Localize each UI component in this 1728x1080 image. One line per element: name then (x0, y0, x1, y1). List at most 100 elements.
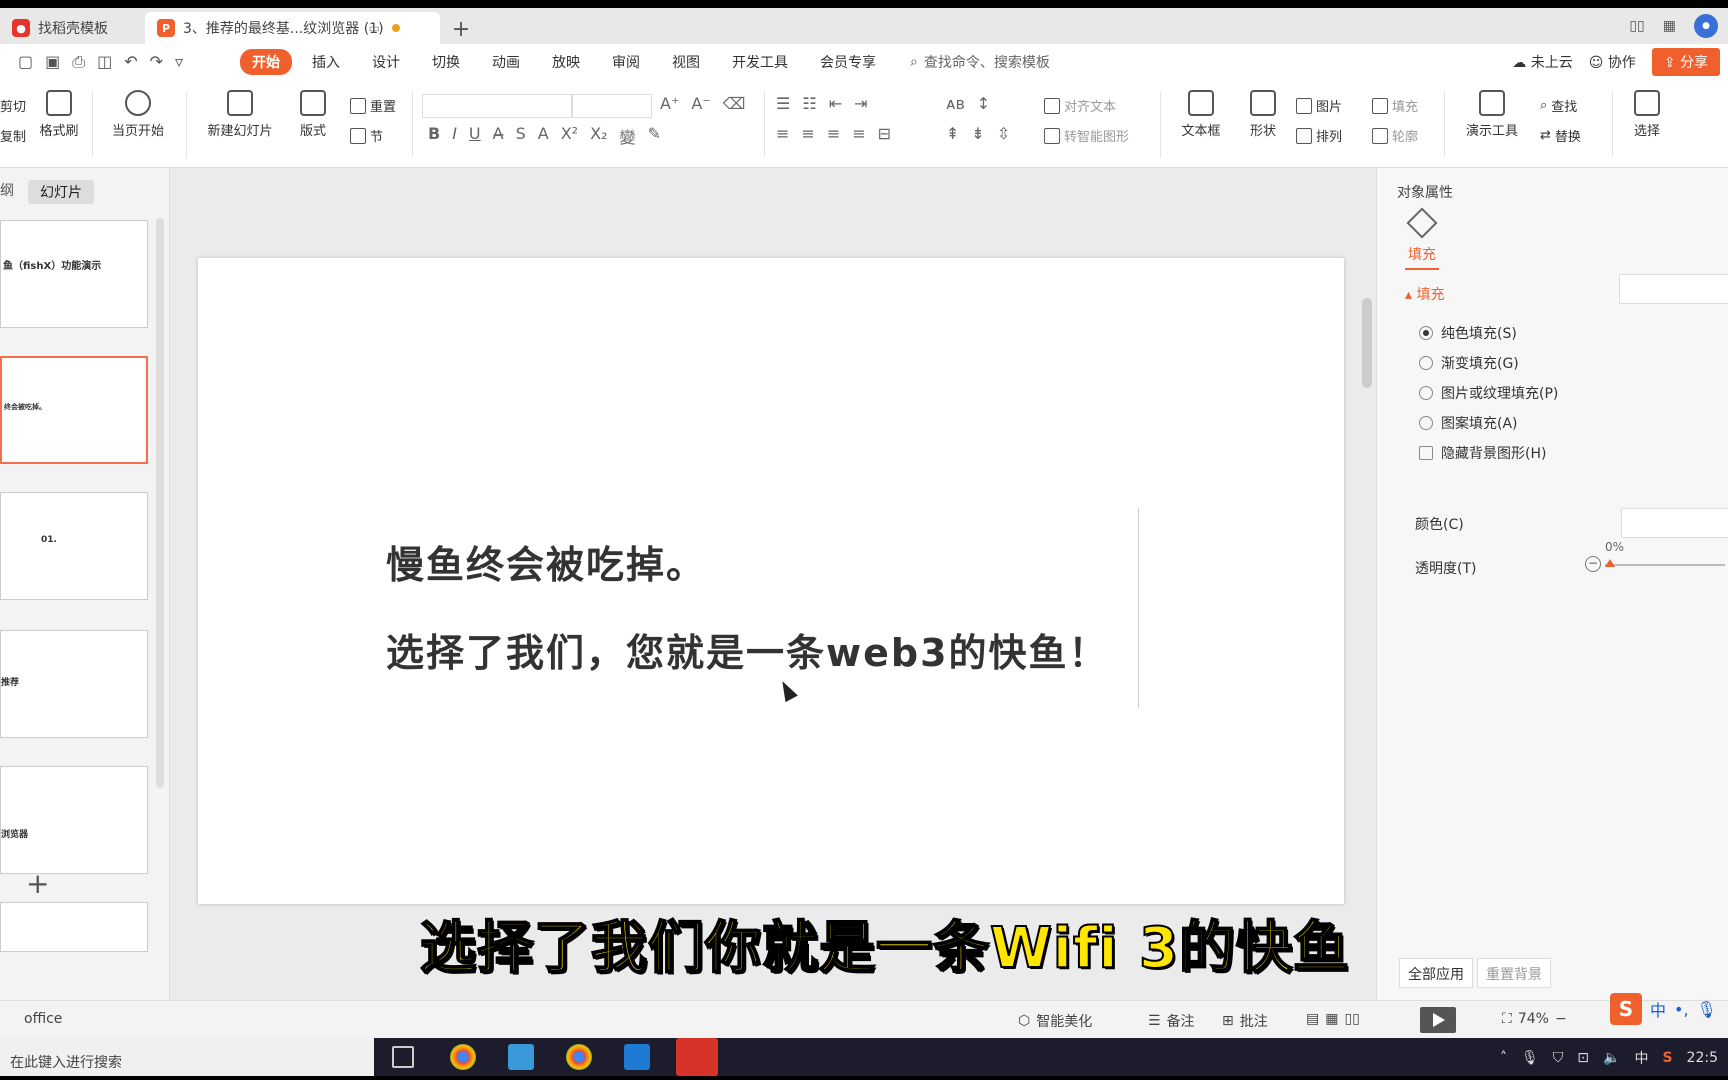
replace-button[interactable]: ⇄ 替换 (1540, 126, 1581, 145)
slide-thumbnail-2[interactable]: 终会被吃掉。 (0, 356, 148, 464)
volume-icon[interactable]: 🔈 (1603, 1050, 1620, 1066)
grid-apps-icon[interactable]: ▦ (1663, 18, 1676, 34)
menu-view[interactable]: 视图 (660, 49, 712, 75)
slide-text-line-1[interactable]: 慢鱼终会被吃掉。 (386, 534, 706, 589)
format-painter-button[interactable]: 格式刷 (36, 90, 82, 139)
zoom-control[interactable]: ⛶ 74% − (1502, 1011, 1567, 1027)
present-tool-button[interactable]: 演示工具 (1456, 90, 1528, 139)
redo-icon[interactable]: ↷ (150, 52, 163, 72)
export-icon[interactable]: ▣ (45, 52, 60, 72)
slide-thumbnail-1[interactable]: 鱼（fishX）功能演示 (0, 220, 148, 328)
align-left-icon[interactable]: ≡ (776, 124, 789, 143)
menu-slideshow[interactable]: 放映 (540, 49, 592, 75)
fill-tab[interactable]: 填充 (1405, 207, 1439, 270)
slide-thumbnail-6[interactable] (0, 902, 148, 952)
save-icon[interactable]: ▢ (18, 52, 33, 72)
font-family-select[interactable] (422, 94, 572, 118)
paragraph-spacing-icon[interactable]: ⇳ (997, 124, 1010, 143)
grow-font-icon[interactable]: A⁺ (660, 94, 679, 113)
subscript-icon[interactable]: X₂ (590, 124, 607, 148)
from-current-button[interactable]: 当页开始 (102, 90, 174, 139)
canvas-scrollbar[interactable] (1358, 168, 1376, 1000)
textbox-button[interactable]: 文本框 (1172, 90, 1230, 139)
command-search[interactable]: ⌕ 查找命令、搜索模板 (910, 52, 1050, 72)
sogou-logo-icon[interactable]: S (1610, 993, 1642, 1025)
underline-icon[interactable]: U (469, 124, 481, 148)
chevron-up-icon[interactable]: ˄ (1500, 1050, 1507, 1066)
tab-outline[interactable]: 纲 (0, 180, 14, 204)
print-icon[interactable]: ⎙ (72, 52, 85, 72)
decrease-icon[interactable]: − (1585, 556, 1601, 572)
slider-knob[interactable] (1605, 559, 1615, 567)
tab-presentation[interactable]: P 3、推荐的最终基...纹浏览器 (1) ▭ (145, 12, 440, 44)
picture-button[interactable]: 图片 (1296, 96, 1342, 115)
font-size-select[interactable] (572, 94, 652, 118)
avatar[interactable]: ● (1694, 14, 1718, 38)
scroll-thumb[interactable] (1362, 298, 1372, 388)
panel-title[interactable]: 对象属性 (1397, 182, 1453, 202)
select-button[interactable]: 选择 (1622, 90, 1672, 139)
align-center-icon[interactable]: ≡ (801, 124, 814, 143)
slide-text-line-2[interactable]: 选择了我们，您就是一条web3的快鱼！ (386, 622, 1109, 677)
smart-art-button[interactable]: 转智能图形 (1044, 126, 1129, 145)
slide-thumbnail-5[interactable]: 浏览器 (0, 766, 148, 874)
network-icon[interactable]: ⊡ (1577, 1050, 1589, 1066)
numbering-icon[interactable]: ☷ (802, 94, 816, 113)
undo-icon[interactable]: ↶ (124, 52, 137, 72)
punct-icon[interactable]: •, (1674, 1000, 1689, 1019)
font-color-icon[interactable]: A (538, 124, 549, 148)
outline-button[interactable]: 轮廓 (1372, 126, 1418, 145)
justify-icon[interactable]: ≡ (852, 124, 865, 143)
hide-background-checkbox[interactable]: 隐藏背景图形(H) (1419, 443, 1546, 463)
line-spacing-icon[interactable]: ↕ (977, 94, 990, 113)
gradient-fill-option[interactable]: 渐变填充(G) (1419, 353, 1519, 373)
tab-slides[interactable]: 幻灯片 (28, 180, 94, 204)
phonetic-icon[interactable]: 變 (619, 124, 635, 148)
copy-button[interactable]: 复制 (0, 126, 26, 145)
menu-design[interactable]: 设计 (360, 49, 412, 75)
shadow-icon[interactable]: S (516, 124, 526, 148)
picture-fill-option[interactable]: 图片或纹理填充(P) (1419, 383, 1558, 403)
clear-format-icon[interactable]: ⌫ (723, 94, 746, 113)
menu-review[interactable]: 审阅 (600, 49, 652, 75)
clock[interactable]: 22:5 (1687, 1050, 1718, 1066)
color-picker[interactable] (1621, 508, 1728, 538)
taskbar-search[interactable]: 在此键入进行搜索 (0, 1038, 374, 1076)
bold-icon[interactable]: B (428, 124, 440, 148)
print-preview-icon[interactable]: ◫ (97, 52, 112, 72)
new-slide-button[interactable]: 新建幻灯片 (196, 90, 284, 139)
outdent-icon[interactable]: ⇤ (829, 94, 842, 113)
fill-button[interactable]: 填充 (1372, 96, 1418, 115)
menu-insert[interactable]: 插入 (300, 49, 352, 75)
zoom-out-icon[interactable]: − (1555, 1011, 1567, 1027)
mic-icon[interactable]: 🎙 (1521, 1050, 1539, 1066)
vscode-icon[interactable] (624, 1044, 650, 1070)
align-text-button[interactable]: 对齐文本 (1044, 96, 1116, 115)
tab-docer-templates[interactable]: ● 找稻壳模板 (0, 12, 145, 44)
slides-scrollbar[interactable] (156, 218, 164, 788)
slide-sorter-icon[interactable]: ▦ (1325, 1011, 1338, 1027)
spacing-after-icon[interactable]: ⇟ (971, 124, 984, 143)
shield-icon[interactable]: ⛉ (1553, 1050, 1564, 1066)
slide[interactable]: 慢鱼终会被吃掉。 选择了我们，您就是一条web3的快鱼！ (198, 258, 1344, 904)
transparency-slider[interactable] (1605, 559, 1725, 567)
find-button[interactable]: ⌕ 查找 (1540, 96, 1577, 115)
align-right-icon[interactable]: ≡ (827, 124, 840, 143)
share-button[interactable]: ⇪ 分享 (1651, 48, 1720, 76)
mic-icon[interactable]: 🎙 (1697, 1000, 1717, 1019)
notepad-icon[interactable] (508, 1044, 534, 1070)
ime-indicator[interactable]: 中 (1634, 1048, 1648, 1068)
pattern-fill-option[interactable]: 图案填充(A) (1419, 413, 1518, 433)
play-slideshow-button[interactable] (1420, 1007, 1456, 1033)
layout-button[interactable]: 版式 (292, 90, 334, 139)
menu-home[interactable]: 开始 (240, 49, 292, 75)
wps-icon[interactable] (676, 1038, 718, 1076)
menu-developer[interactable]: 开发工具 (720, 49, 800, 75)
ime-lang[interactable]: 中 (1650, 997, 1666, 1021)
new-tab-button[interactable]: + (446, 14, 476, 44)
cut-button[interactable]: 剪切 (0, 96, 26, 115)
beautify-button[interactable]: ⬡ 智能美化 (1018, 1011, 1092, 1031)
notes-button[interactable]: ☰ 备注 (1148, 1011, 1195, 1031)
apply-all-button[interactable]: 全部应用 (1399, 958, 1473, 988)
slide-thumbnail-4[interactable]: 推荐 (0, 630, 148, 738)
